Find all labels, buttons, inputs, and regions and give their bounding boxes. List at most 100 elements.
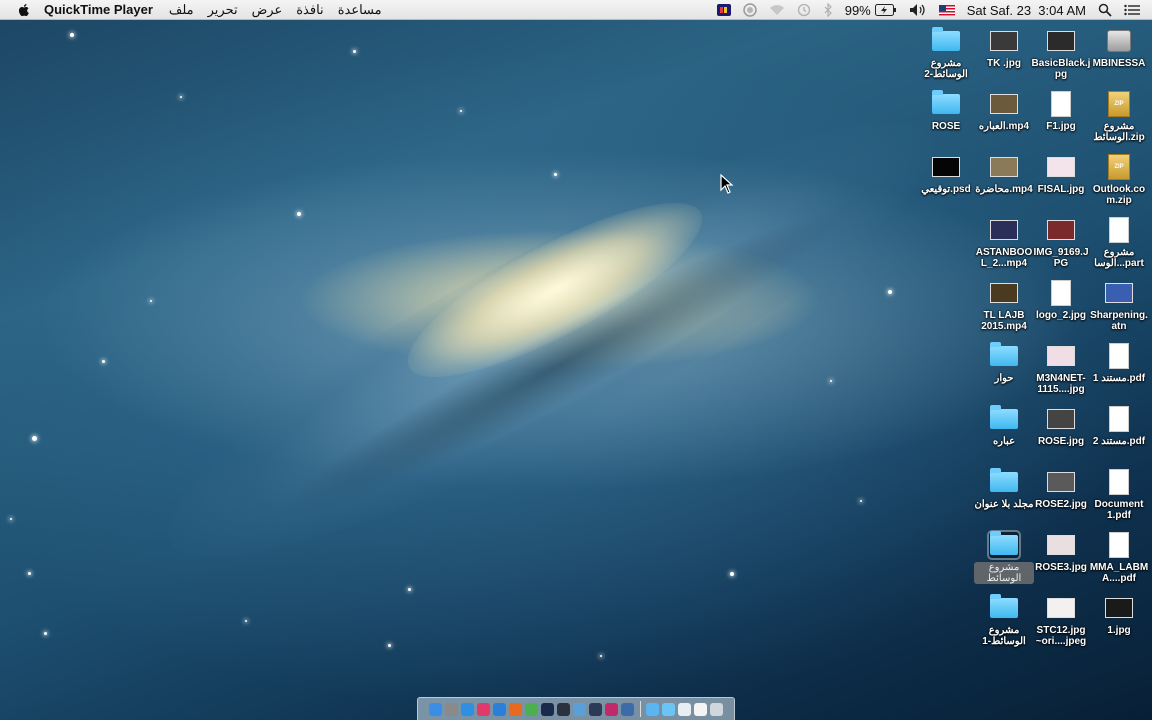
desktop-icon-label: توقيعي.psd: [921, 184, 971, 195]
desktop-icon-thumb: [1104, 532, 1134, 558]
image-thumbnail-icon: [990, 94, 1018, 114]
desktop-icon[interactable]: Document 1.pdf: [1089, 469, 1149, 521]
image-thumbnail-icon: [990, 220, 1018, 240]
desktop-icon[interactable]: FISAL.jpg: [1031, 154, 1091, 195]
desktop-icon[interactable]: مستند 2.pdf: [1089, 406, 1149, 447]
desktop-icon-thumb: [1046, 406, 1076, 432]
desktop-icon[interactable]: TL LAJB 2015.mp4: [974, 280, 1034, 332]
desktop-icon[interactable]: MMA_LABMA....pdf: [1089, 532, 1149, 584]
dock-preview-icon[interactable]: [573, 702, 586, 716]
image-thumbnail-icon: [1047, 220, 1075, 240]
folder-icon: [932, 90, 960, 114]
desktop-icon-thumb: [989, 91, 1019, 117]
desktop-icon[interactable]: محاضرة.mp4: [974, 154, 1034, 195]
dock-launchpad-icon[interactable]: [445, 702, 458, 716]
folder-icon: [990, 405, 1018, 429]
desktop-icon[interactable]: حوار: [974, 342, 1034, 384]
desktop-icon[interactable]: F1.jpg: [1031, 91, 1091, 132]
desktop-icon[interactable]: مشروع الوسائط: [974, 530, 1034, 584]
desktop-icon-thumb: [931, 154, 961, 180]
desktop-icon-thumb: [989, 405, 1019, 432]
dock-quicktime-icon[interactable]: [589, 702, 602, 716]
desktop-icon[interactable]: IMG_9169.JPG: [1031, 217, 1091, 269]
desktop-icon[interactable]: 1.jpg: [1089, 595, 1149, 636]
desktop-icon-thumb: [931, 27, 961, 54]
desktop-icon[interactable]: عباره: [974, 405, 1034, 447]
desktop-icon-thumb: [989, 217, 1019, 243]
desktop-icon[interactable]: ASTANBOOL_2...mp4: [974, 217, 1034, 269]
dock-screen-stack-icon[interactable]: [694, 702, 707, 716]
desktop-icon-label: STC12.jpg ~ori....jpeg: [1035, 625, 1087, 647]
desktop-icon[interactable]: ZIP Outlook.com.zip: [1089, 154, 1149, 206]
desktop-icon[interactable]: M3N4NET-1115....jpg: [1031, 343, 1091, 395]
desktop-icon-label: MBINESSA: [1092, 58, 1146, 69]
image-thumbnail-icon: [990, 157, 1018, 177]
image-thumbnail-icon: [990, 31, 1018, 51]
desktop-icon[interactable]: Sharpening.atn: [1089, 280, 1149, 332]
desktop-icon-label: BasicBlack.jpg: [1031, 58, 1091, 80]
desktop-icon[interactable]: ROSE3.jpg: [1031, 532, 1091, 573]
dock-downloads-stack-icon[interactable]: [678, 702, 691, 716]
document-icon: [1051, 91, 1071, 117]
dock-finder-icon[interactable]: [429, 702, 442, 716]
zip-archive-icon: ZIP: [1108, 154, 1130, 180]
desktop-icon-label: F1.jpg: [1046, 121, 1076, 132]
image-thumbnail-icon: [1047, 472, 1075, 492]
folder-icon: [932, 27, 960, 51]
dock-documents-stack-icon[interactable]: [662, 702, 675, 716]
dock-photoshop-icon[interactable]: [541, 702, 554, 716]
desktop-icon-label: مشروع الوسا...part: [1094, 247, 1144, 269]
dock-lightroom-icon[interactable]: [557, 702, 570, 716]
desktop-icon[interactable]: مشروع الوسائط-2: [916, 27, 976, 80]
dock-firefox-icon[interactable]: [509, 702, 522, 716]
desktop-icon-label: مجلد بلا عنوان: [974, 499, 1034, 510]
desktop-icon[interactable]: BasicBlack.jpg: [1031, 28, 1091, 80]
folder-icon: [990, 531, 1018, 555]
desktop-icon[interactable]: MBINESSA: [1089, 28, 1149, 69]
desktop-icon[interactable]: مشروع الوسائط-1: [974, 594, 1034, 647]
desktop-icon-thumb: [1104, 217, 1134, 243]
dock-chrome-icon[interactable]: [525, 702, 538, 716]
folder-icon: [990, 342, 1018, 366]
document-icon: [1109, 532, 1129, 558]
image-thumbnail-icon: [1047, 346, 1075, 366]
desktop-icon[interactable]: TK .jpg: [974, 28, 1034, 69]
desktop-icon-label: مشروع الوسائط.zip: [1093, 121, 1145, 143]
desktop-icon-thumb: [1046, 280, 1076, 306]
desktop-icon[interactable]: العباره.mp4: [974, 91, 1034, 132]
dock-app-store-icon[interactable]: [493, 702, 506, 716]
image-thumbnail-icon: [1047, 535, 1075, 555]
desktop-icon[interactable]: ROSE2.jpg: [1031, 469, 1091, 510]
desktop-icon-thumb: [1046, 343, 1076, 369]
dock-applications-stack-icon[interactable]: [646, 702, 659, 716]
desktop-icon[interactable]: توقيعي.psd: [916, 154, 976, 195]
desktop-icon-grid: مشروع الوسائط-2 TK .jpg BasicBlack.jpg MBIN…: [0, 0, 1152, 720]
document-icon: [1109, 406, 1129, 432]
desktop-icon[interactable]: logo_2.jpg: [1031, 280, 1091, 321]
desktop-icon-label: M3N4NET-1115....jpg: [1036, 373, 1086, 395]
desktop-icon-label: IMG_9169.JPG: [1033, 247, 1089, 269]
desktop-icon[interactable]: STC12.jpg ~ori....jpeg: [1031, 595, 1091, 647]
desktop-icon[interactable]: ZIP مشروع الوسائط.zip: [1089, 91, 1149, 143]
desktop-icon-label: مستند 1.pdf: [1092, 373, 1146, 384]
dock-trash-icon[interactable]: [710, 702, 723, 716]
desktop-icon[interactable]: ROSE.jpg: [1031, 406, 1091, 447]
desktop-icon-label: Outlook.com.zip: [1092, 184, 1146, 206]
dock-iphoto-icon[interactable]: [621, 702, 634, 716]
mouse-pointer-icon: [720, 174, 734, 194]
desktop-icon[interactable]: مستند 1.pdf: [1089, 343, 1149, 384]
dock-photo-booth-icon[interactable]: [605, 702, 618, 716]
desktop-icon[interactable]: مجلد بلا عنوان: [974, 468, 1034, 510]
dock-safari-icon[interactable]: [461, 702, 474, 716]
desktop-icon-thumb: [987, 530, 1021, 560]
folder-icon: [990, 594, 1018, 618]
desktop-icon-label: محاضرة.mp4: [975, 184, 1033, 195]
desktop-icon-thumb: [1046, 469, 1076, 495]
desktop-icon-label: Document 1.pdf: [1094, 499, 1144, 521]
dock-itunes-icon[interactable]: [477, 702, 490, 716]
desktop-icon-label: مشروع الوسائط-2: [924, 58, 968, 80]
desktop-icon-label: FISAL.jpg: [1037, 184, 1085, 195]
desktop-icon[interactable]: ROSE: [916, 90, 976, 132]
desktop-icon[interactable]: مشروع الوسا...part: [1089, 217, 1149, 269]
desktop-icon-thumb: [1104, 343, 1134, 369]
